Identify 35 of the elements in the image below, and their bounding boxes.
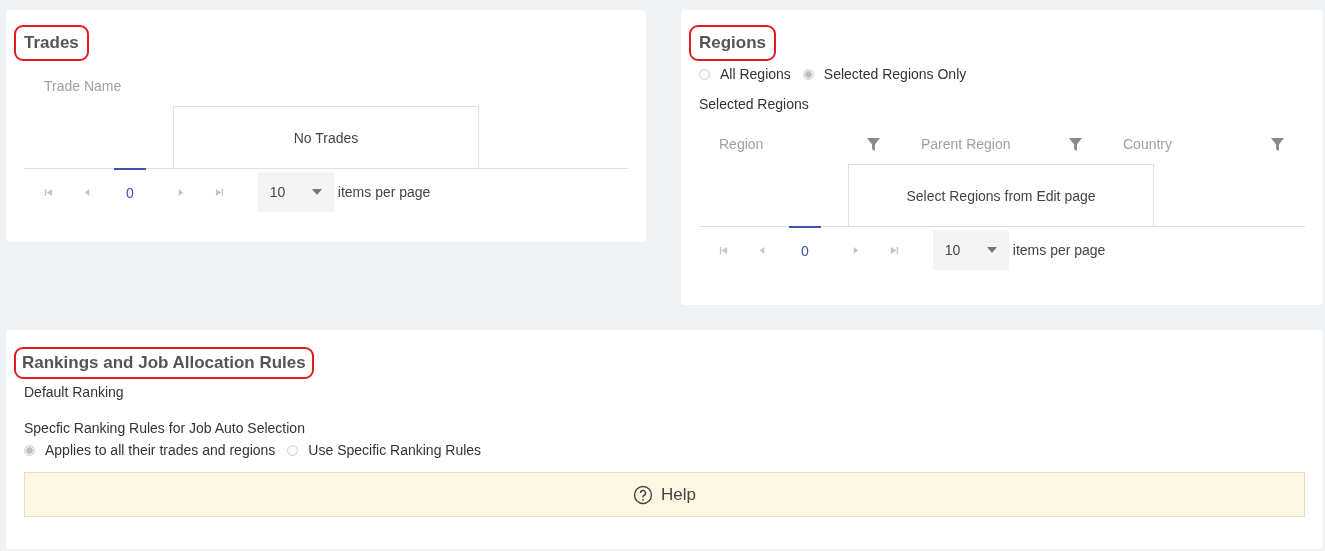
empty-message: Select Regions from Edit page: [848, 164, 1154, 226]
radio-label[interactable]: Use Specific Ranking Rules: [308, 442, 482, 458]
field-label: Default Ranking: [24, 384, 125, 400]
page-size-label: items per page: [1012, 242, 1106, 258]
radio-label[interactable]: Applies to all their trades and regions: [45, 442, 276, 458]
previous-page-icon[interactable]: [83, 187, 92, 197]
radio-label[interactable]: Selected Regions Only: [823, 66, 967, 82]
radio-button[interactable]: [802, 68, 814, 80]
page-size-dropdown[interactable]: 10: [932, 230, 1009, 270]
section-title: Rankings and Job Allocation Rules: [14, 347, 314, 379]
page-size-label: items per page: [337, 184, 431, 200]
filter-icon[interactable]: [1270, 136, 1285, 152]
radio-button[interactable]: [24, 444, 35, 456]
radio-button[interactable]: [287, 444, 299, 456]
caret-icon: [311, 189, 322, 195]
help-button[interactable]: Help: [24, 472, 1305, 517]
page-number[interactable]: 0: [789, 226, 821, 273]
previous-page-icon[interactable]: [758, 245, 767, 255]
field-label: Specfic Ranking Rules for Job Auto Selection: [24, 420, 306, 436]
first-page-icon[interactable]: [44, 187, 53, 197]
page-number[interactable]: 0: [114, 168, 146, 215]
radio-button[interactable]: [699, 68, 710, 80]
empty-message: No Trades: [173, 106, 479, 168]
caret-icon: [986, 247, 997, 253]
subsection-label: Selected Regions: [699, 96, 810, 112]
first-page-icon[interactable]: [719, 245, 728, 255]
section-title: Regions: [689, 25, 777, 61]
help-icon: [633, 484, 653, 505]
page-size-dropdown[interactable]: 10: [257, 172, 334, 212]
radio-label[interactable]: All Regions: [720, 66, 791, 82]
section-title: Trades: [14, 25, 89, 61]
filter-icon[interactable]: [1068, 136, 1083, 152]
filter-icon[interactable]: [866, 136, 881, 152]
last-page-icon[interactable]: [889, 245, 899, 255]
last-page-icon[interactable]: [214, 187, 224, 197]
